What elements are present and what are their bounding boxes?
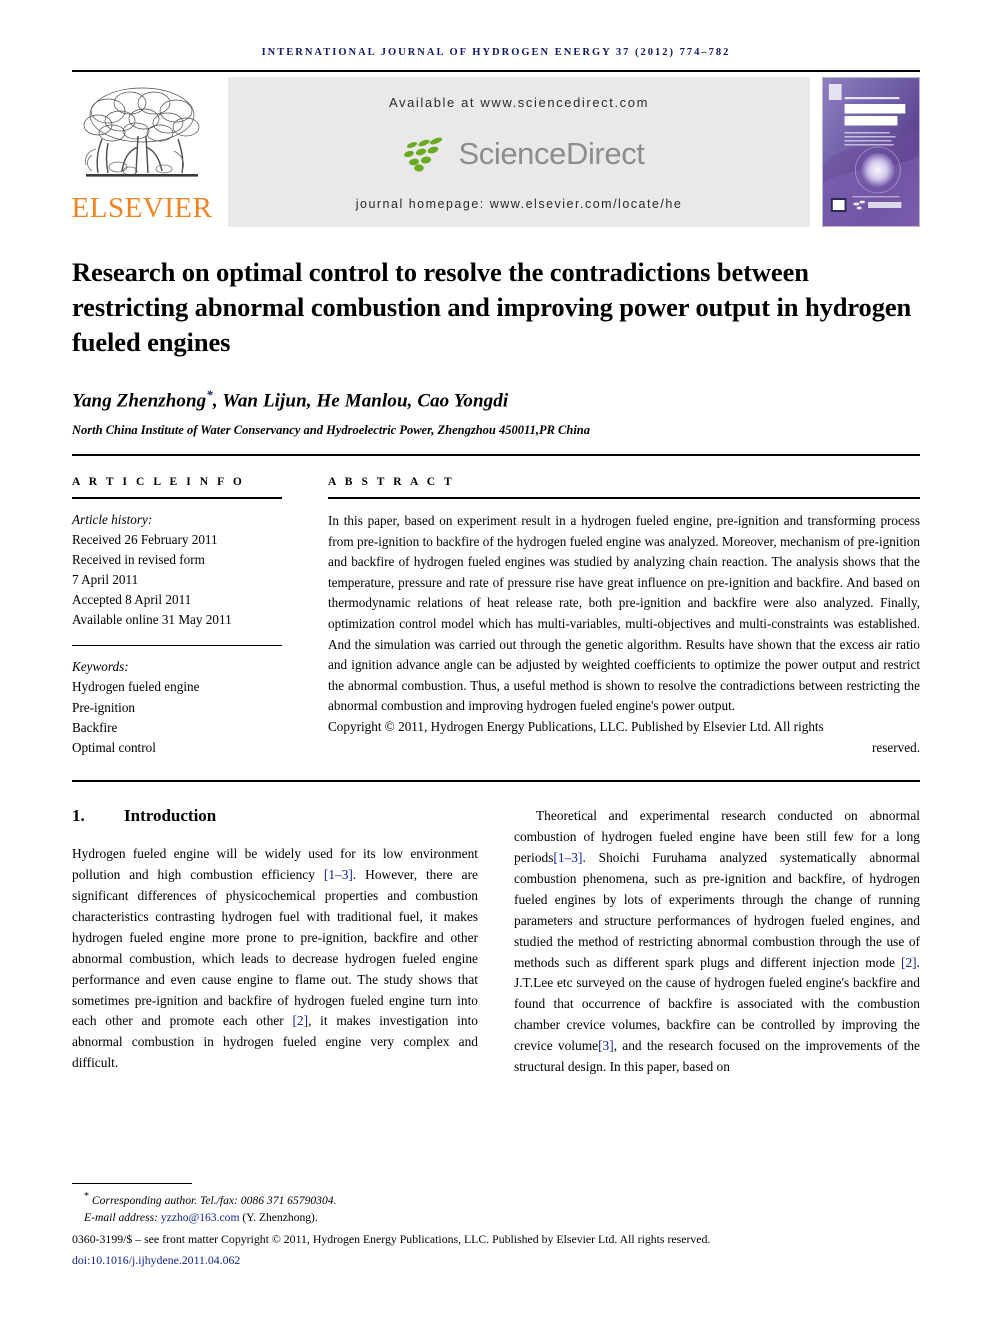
sciencedirect-wordmark: ScienceDirect — [458, 135, 645, 171]
journal-cover-image[interactable] — [822, 77, 920, 227]
footnote-rule — [72, 1182, 192, 1184]
keywords-label: Keywords: — [72, 659, 129, 675]
authors-remaining: , Wan Lijun, He Manlou, Cao Yongdi — [212, 390, 509, 412]
info-abstract-row: A R T I C L E I N F O Article history: R… — [72, 476, 920, 758]
affiliation: North China Institute of Water Conservan… — [72, 423, 591, 438]
section-heading: 1. Introduction — [72, 806, 478, 826]
keyword-item: Backfire — [72, 719, 118, 735]
author-first: Yang Zhenzhong — [72, 390, 207, 412]
sciencedirect-logo[interactable]: ScienceDirect — [393, 134, 645, 174]
doi-line: doi:10.1016/j.ijhydene.2011.04.062 — [72, 1252, 920, 1270]
article-info-heading: A R T I C L E I N F O — [72, 476, 245, 489]
keyword-item: Optimal control — [72, 739, 156, 755]
sciencedirect-leaf-icon — [404, 137, 443, 172]
email-owner: (Y. Zhenzhong). — [239, 1211, 318, 1225]
imprint-line: 0360-3199/$ – see front matter Copyright… — [72, 1231, 711, 1246]
article-page: International Journal of Hydrogen Energy… — [0, 0, 992, 1323]
history-item: Available online 31 May 2011 — [72, 612, 232, 628]
available-at-text: Available at www.sciencedirect.com — [388, 95, 650, 110]
keyword-item: Hydrogen fueled engine — [72, 679, 200, 695]
doi-link[interactable]: 10.1016/j.ijhydene.2011.04.062 — [90, 1253, 240, 1267]
corresponding-marker: * — [206, 386, 213, 402]
masthead: ELSEVIER Available at www.sciencedirect.… — [72, 77, 920, 227]
asterisk-icon: * — [84, 1190, 89, 1202]
history-item: 7 April 2011 — [72, 572, 139, 588]
citation-link-2[interactable]: [2] — [901, 955, 917, 970]
email-label: E-mail address: — [84, 1211, 161, 1225]
header-rule — [72, 70, 920, 72]
citation-link-1-3[interactable]: [1–3] — [324, 867, 353, 882]
body-columns: 1. Introduction Hydrogen fueled engine w… — [72, 806, 920, 1078]
section-number: 1. — [72, 806, 85, 826]
elsevier-wordmark: ELSEVIER — [71, 192, 213, 224]
email-link[interactable]: yzzho@163.com — [161, 1211, 240, 1224]
body-column-right: Theoretical and experimental research co… — [514, 806, 920, 1078]
abstract-copyright: Copyright © 2011, Hydrogen Energy Public… — [328, 718, 824, 734]
corresponding-author-note: * Corresponding author. Tel./fax: 0086 3… — [72, 1189, 920, 1209]
elsevier-tree-icon — [83, 87, 200, 177]
section-title: Introduction — [124, 806, 217, 826]
text-run: . Shoichi Furuhama analyzed systematical… — [514, 849, 920, 970]
keywords-block: Keywords: Hydrogen fueled engine Pre-ign… — [72, 657, 282, 757]
keywords-rule — [72, 645, 282, 647]
abstract-rule — [328, 497, 920, 500]
history-item: Received 26 February 2011 — [72, 532, 218, 548]
journal-cover-artwork — [823, 78, 919, 226]
abstract-bottom-rule — [72, 780, 920, 783]
elsevier-logo[interactable]: ELSEVIER — [72, 77, 212, 227]
doi-label: doi: — [72, 1253, 91, 1268]
paragraph-intro-left: Hydrogen fueled engine will be widely us… — [72, 844, 478, 1074]
corresponding-author-text: Corresponding author. Tel./fax: 0086 371… — [91, 1193, 337, 1207]
article-history: Article history: Received 26 February 20… — [72, 510, 282, 630]
text-run: . However, there are significant differe… — [72, 867, 478, 1029]
sciencedirect-banner: Available at www.sciencedirect.com Scien… — [228, 77, 810, 227]
journal-homepage-text: journal homepage: www.elsevier.com/locat… — [355, 197, 683, 211]
abstract-copyright-tail: reserved. — [872, 739, 920, 755]
author-list: Yang Zhenzhong*, Wan Lijun, He Manlou, C… — [72, 387, 920, 412]
body-column-left: 1. Introduction Hydrogen fueled engine w… — [72, 806, 478, 1078]
paragraph-intro-right: Theoretical and experimental research co… — [514, 806, 920, 1078]
abstract-body: In this paper, based on experiment resul… — [328, 513, 920, 714]
running-head: International Journal of Hydrogen Energy… — [261, 47, 731, 58]
article-info-column: A R T I C L E I N F O Article history: R… — [72, 476, 300, 758]
email-note: E-mail address: yzzho@163.com (Y. Zhenzh… — [72, 1209, 920, 1226]
history-item: Accepted 8 April 2011 — [72, 592, 192, 608]
footnotes: * Corresponding author. Tel./fax: 0086 3… — [72, 1182, 920, 1270]
citation-link-3[interactable]: [3] — [598, 1038, 614, 1053]
abstract-column: A B S T R A C T In this paper, based on … — [300, 476, 920, 758]
title-rule — [72, 454, 920, 457]
history-label: Article history: — [72, 512, 153, 528]
citation-link-1-3[interactable]: [1–3] — [553, 850, 582, 865]
abstract-heading: A B S T R A C T — [328, 476, 455, 489]
page-title: Research on optimal control to resolve t… — [72, 257, 912, 358]
article-info-rule — [72, 497, 282, 500]
citation-link-2[interactable]: [2] — [292, 1013, 308, 1028]
keyword-item: Pre-ignition — [72, 699, 136, 715]
history-item: Received in revised form — [72, 552, 205, 568]
